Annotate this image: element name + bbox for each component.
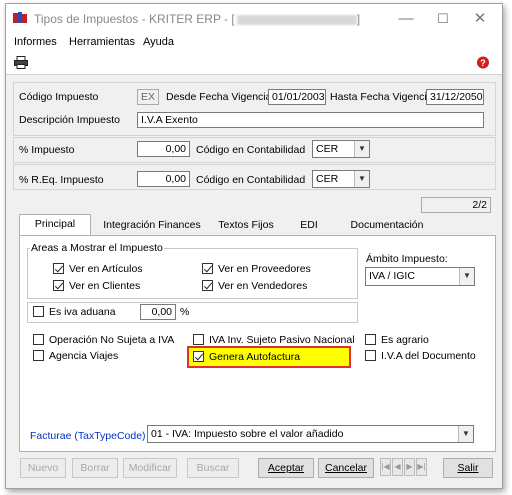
app-icon: [13, 12, 27, 23]
iva-documento-label: I.V.A del Documento: [381, 350, 476, 362]
ver-proveedores-checkbox[interactable]: [202, 263, 213, 274]
contabilidad-value: CER: [316, 143, 339, 155]
facturae-value: 01 - IVA: Impuesto sobre el valor añadid…: [151, 428, 344, 440]
modificar-button[interactable]: Modificar: [123, 458, 177, 478]
codigo-impuesto-label: Código Impuesto: [19, 91, 99, 103]
areas-group-title: Areas a Mostrar el Impuesto: [30, 242, 164, 254]
chevron-down-icon: ▼: [354, 171, 369, 187]
menu-ayuda[interactable]: Ayuda: [143, 36, 174, 48]
aduana-pct-field[interactable]: 0,00: [140, 304, 176, 320]
facturae-select[interactable]: 01 - IVA: Impuesto sobre el valor añadid…: [147, 425, 474, 443]
contabilidad2-value: CER: [316, 173, 339, 185]
ver-proveedores-label: Ver en Proveedores: [218, 263, 311, 275]
desde-fecha-field[interactable]: 01/01/2003: [268, 89, 326, 105]
previous-record-icon[interactable]: ◀: [392, 458, 403, 476]
req-impuesto-field[interactable]: 0,00: [137, 171, 190, 187]
pct-impuesto-label: % Impuesto: [19, 144, 75, 156]
ver-articulos-label: Ver en Artículos: [69, 263, 143, 275]
menu-bar: Informes Herramientas Ayuda: [6, 34, 502, 52]
ver-vendedores-label: Ver en Vendedores: [218, 280, 308, 292]
chevron-down-icon: ▼: [458, 426, 473, 442]
pct-impuesto-field[interactable]: 0,00: [137, 141, 190, 157]
hasta-fecha-label: Hasta Fecha Vigencia: [330, 91, 433, 103]
salir-button[interactable]: Salir: [443, 458, 493, 478]
operacion-no-sujeta-label: Operación No Sujeta a IVA: [49, 334, 175, 346]
genera-autofactura-label: Genera Autofactura: [209, 351, 301, 363]
descripcion-field[interactable]: I.V.A Exento: [137, 112, 484, 128]
title-bar: Tipos de Impuestos - KRITER ERP - [] — ☐…: [6, 4, 502, 34]
iva-documento-checkbox[interactable]: [365, 350, 376, 361]
facturae-label: Facturae (TaxTypeCode): [30, 430, 146, 442]
iva-inv-sujeto-pasivo-label: IVA Inv. Sujeto Pasivo Nacional: [209, 334, 355, 346]
iva-inv-sujeto-pasivo-checkbox[interactable]: [193, 334, 204, 345]
chevron-down-icon: ▼: [459, 268, 474, 285]
es-iva-aduana-checkbox[interactable]: [33, 306, 44, 317]
ambito-select[interactable]: IVA / IGIC ▼: [365, 267, 475, 286]
hasta-fecha-field[interactable]: 31/12/2050: [426, 89, 484, 105]
next-record-icon[interactable]: ▶: [404, 458, 415, 476]
ver-clientes-label: Ver en Clientes: [69, 280, 141, 292]
es-agrario-checkbox[interactable]: [365, 334, 376, 345]
codigo-impuesto-field[interactable]: EX: [137, 89, 159, 105]
contabilidad2-select[interactable]: CER ▼: [312, 170, 370, 188]
chevron-down-icon: ▼: [354, 141, 369, 157]
ver-vendedores-checkbox[interactable]: [202, 280, 213, 291]
maximize-button[interactable]: ☐: [423, 8, 463, 30]
main-window: Tipos de Impuestos - KRITER ERP - [] — ☐…: [5, 3, 503, 489]
nuevo-button[interactable]: Nuevo: [20, 458, 66, 478]
menu-herramientas[interactable]: Herramientas: [69, 36, 135, 48]
contabilidad2-label: Código en Contabilidad: [196, 174, 306, 186]
operacion-no-sujeta-checkbox[interactable]: [33, 334, 44, 345]
close-button[interactable]: ✕: [460, 8, 500, 30]
svg-text:?: ?: [480, 58, 486, 68]
es-agrario-label: Es agrario: [381, 334, 429, 346]
ver-articulos-checkbox[interactable]: [53, 263, 64, 274]
aduana-pct-unit: %: [180, 306, 190, 318]
ambito-label: Ámbito Impuesto:: [366, 253, 448, 265]
ver-clientes-checkbox[interactable]: [53, 280, 64, 291]
tab-textos-fijos[interactable]: Textos Fijos: [211, 216, 281, 235]
borrar-button[interactable]: Borrar: [72, 458, 118, 478]
req-impuesto-label: % R.Eq. Impuesto: [19, 174, 104, 186]
tab-edi[interactable]: EDI: [289, 216, 329, 235]
cancelar-button[interactable]: Cancelar: [318, 458, 374, 478]
ambito-value: IVA / IGIC: [369, 270, 415, 282]
agencia-viajes-label: Agencia Viajes: [49, 350, 119, 362]
descripcion-label: Descripción Impuesto: [19, 114, 120, 126]
last-record-icon[interactable]: ▶|: [416, 458, 427, 476]
printer-icon[interactable]: [14, 56, 28, 69]
window-title: Tipos de Impuestos - KRITER ERP - []: [34, 12, 361, 26]
record-counter: 2/2: [421, 197, 491, 213]
desde-fecha-label: Desde Fecha Vigencia: [166, 91, 272, 103]
buscar-button[interactable]: Buscar: [187, 458, 239, 478]
agencia-viajes-checkbox[interactable]: [33, 350, 44, 361]
genera-autofactura-checkbox[interactable]: [193, 351, 204, 362]
first-record-icon[interactable]: |◀: [380, 458, 391, 476]
help-icon[interactable]: ?: [476, 56, 490, 69]
tab-principal[interactable]: Principal: [19, 214, 91, 236]
toolbar: ?: [6, 52, 502, 75]
redacted-text: [236, 14, 357, 25]
contabilidad-label: Código en Contabilidad: [196, 144, 306, 156]
contabilidad-select[interactable]: CER ▼: [312, 140, 370, 158]
aceptar-button[interactable]: Aceptar: [258, 458, 314, 478]
tab-documentacion[interactable]: Documentación: [337, 216, 437, 235]
tab-integracion-finances[interactable]: Integración Finances: [97, 216, 207, 235]
menu-informes[interactable]: Informes: [14, 36, 57, 48]
minimize-button[interactable]: —: [386, 8, 426, 30]
es-iva-aduana-label: Es iva aduana: [49, 306, 116, 318]
